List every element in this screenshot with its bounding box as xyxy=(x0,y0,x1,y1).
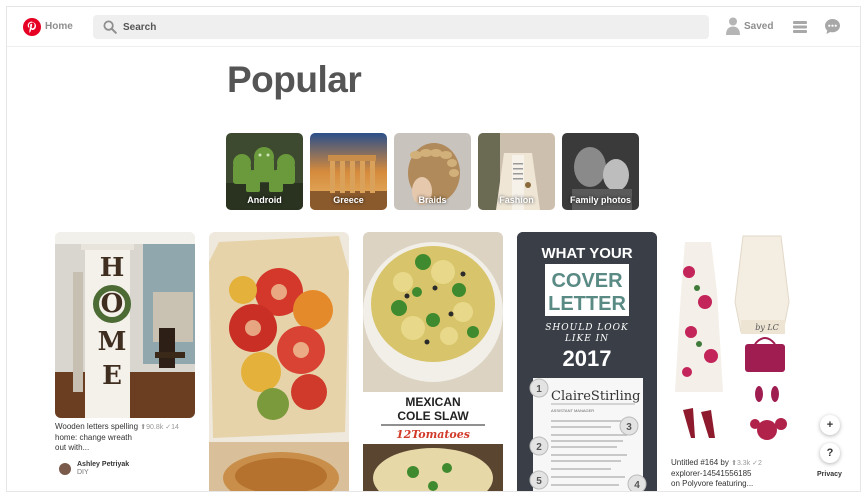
pin-stats: ⬆3.3k ✓2 xyxy=(731,460,762,467)
cover-line2: COVER xyxy=(551,270,623,292)
pin-description: Wooden letters spelling ⬆90.8k ✓14 home:… xyxy=(55,422,195,453)
step-badge-1: 1 xyxy=(536,384,542,395)
cover-line5: LIKE IN xyxy=(564,334,609,344)
overlay-title-line1: MEXICAN xyxy=(405,395,460,409)
search-icon xyxy=(103,20,117,34)
avatar[interactable] xyxy=(59,463,71,475)
saves-count: 90.8k xyxy=(146,424,164,431)
saves-count: 3.3k xyxy=(736,460,751,467)
topic-fashion[interactable]: Fashion xyxy=(478,133,555,210)
pin-description-line: Untitled #164 by xyxy=(671,458,729,467)
overlay-brand: 12Tomatoes xyxy=(396,428,470,441)
create-plus-button[interactable]: + xyxy=(820,415,840,435)
home-letters-photo: H O M E xyxy=(55,232,195,418)
pin-image[interactable] xyxy=(209,232,349,491)
step-badge-3: 3 xyxy=(626,422,632,433)
topic-label: Braids xyxy=(418,195,447,205)
cover-line3: LETTER xyxy=(548,293,626,315)
cover-line6: 2017 xyxy=(563,346,612,371)
pinterest-window: Home Saved Popular xyxy=(6,6,861,492)
topic-label: Greece xyxy=(333,195,364,205)
pin-image[interactable]: MEXICAN COLE SLAW 12Tomatoes xyxy=(363,232,503,491)
monogram: by LC xyxy=(755,323,779,332)
pin-tomato-galette[interactable] xyxy=(209,232,349,491)
doc-name: ClaireStirling xyxy=(551,389,640,404)
step-badge-5: 5 xyxy=(536,476,542,487)
pin-image[interactable]: WHAT YOUR COVER LETTER SHOULD LOOK LIKE … xyxy=(517,232,657,491)
search-input[interactable] xyxy=(123,15,693,39)
home-letter-m: M xyxy=(98,327,127,357)
privacy-link[interactable]: Privacy xyxy=(817,471,842,478)
pin-description-line: Wooden letters spelling xyxy=(55,422,139,431)
home-letter-e: E xyxy=(102,361,122,391)
pinterest-logo-icon[interactable] xyxy=(23,18,41,36)
pin-description-line: explorer-14541556185 xyxy=(671,469,752,478)
outfit-collage: by LC xyxy=(671,232,811,454)
help-button[interactable]: ? xyxy=(820,443,840,463)
topic-greece[interactable]: Greece xyxy=(310,133,387,210)
cover-line1: WHAT YOUR xyxy=(541,245,632,262)
pin-home-letters[interactable]: H O M E Wooden letters spelling ⬆90.8k ✓… xyxy=(55,232,195,477)
home-letter-h: H xyxy=(100,253,125,283)
topic-family-photos[interactable]: Family photos xyxy=(562,133,639,210)
doc-title: ASSISTANT MANAGER xyxy=(551,408,594,413)
step-badge-4: 4 xyxy=(634,480,640,491)
pin-description-line: on Polyvore featuring... xyxy=(671,479,754,488)
pin-author[interactable]: Ashley Petriyak DIY xyxy=(55,461,195,477)
messages-icon[interactable] xyxy=(824,18,841,35)
top-nav-bar: Home Saved xyxy=(7,7,860,47)
home-link[interactable]: Home xyxy=(45,21,73,32)
home-letter-o: O xyxy=(101,289,124,319)
topic-label: Android xyxy=(247,195,282,205)
pin-image[interactable]: H O M E xyxy=(55,232,195,418)
pin-stats: ⬆90.8k ✓14 xyxy=(140,424,179,431)
cover-line4: SHOULD LOOK xyxy=(545,323,629,333)
pin-polyvore-outfit[interactable]: by LC Untitled #164 by ⬆3.3k ✓2 explorer… xyxy=(671,232,811,489)
step-badge-2: 2 xyxy=(536,442,542,453)
topic-android[interactable]: Android xyxy=(226,133,303,210)
likes-count: 14 xyxy=(171,424,179,431)
person-icon xyxy=(726,17,740,35)
cole-slaw-photo: MEXICAN COLE SLAW 12Tomatoes xyxy=(363,232,503,491)
cover-letter-graphic: WHAT YOUR COVER LETTER SHOULD LOOK LIKE … xyxy=(517,232,657,491)
saved-label: Saved xyxy=(744,21,774,32)
pin-description-line: out with... xyxy=(55,443,90,452)
pin-image[interactable]: by LC xyxy=(671,232,811,454)
topic-label: Fashion xyxy=(499,195,534,205)
menu-icon[interactable] xyxy=(792,19,808,35)
overlay-title-line2: COLE SLAW xyxy=(397,409,469,423)
tomato-galette-photo xyxy=(209,232,349,491)
pin-description-line: home: change wreath xyxy=(55,433,132,442)
topic-braids[interactable]: Braids xyxy=(394,133,471,210)
pin-cover-letter[interactable]: WHAT YOUR COVER LETTER SHOULD LOOK LIKE … xyxy=(517,232,657,491)
topic-label: Family photos xyxy=(569,195,631,205)
pin-mexican-cole-slaw[interactable]: MEXICAN COLE SLAW 12Tomatoes xyxy=(363,232,503,491)
likes-count: 2 xyxy=(758,460,762,467)
author-name[interactable]: Ashley Petriyak xyxy=(77,461,129,468)
board-name[interactable]: DIY xyxy=(77,469,89,476)
page-title: Popular xyxy=(227,59,362,100)
search-bar[interactable] xyxy=(93,15,709,39)
pin-description: Untitled #164 by ⬆3.3k ✓2 explorer-14541… xyxy=(671,458,811,489)
